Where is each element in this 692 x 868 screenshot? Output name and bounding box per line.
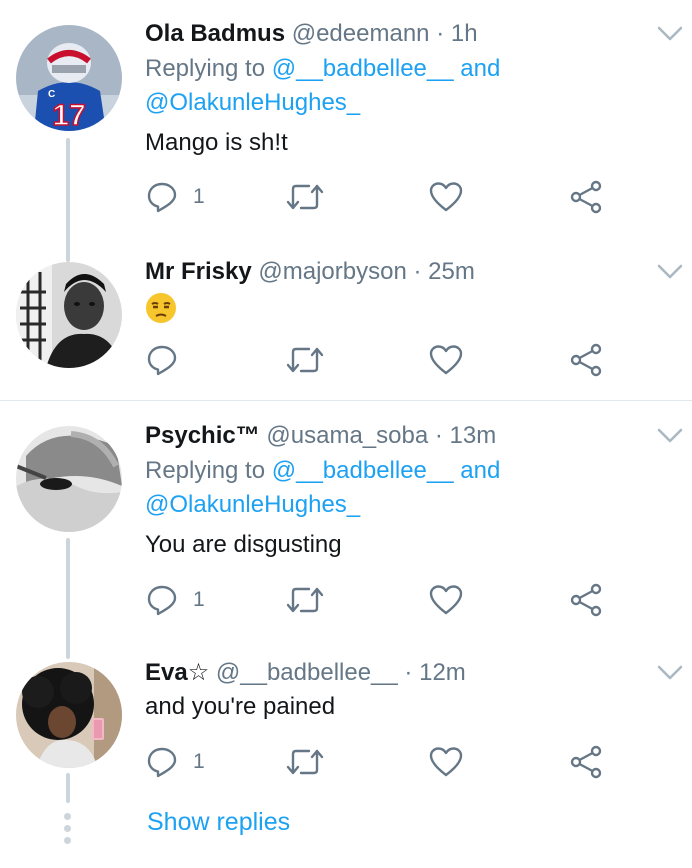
retweet-button[interactable] [285, 582, 325, 618]
replying-and[interactable]: and [460, 457, 500, 484]
afro-woman-avatar[interactable] [16, 662, 122, 768]
reply-icon [147, 345, 177, 376]
timestamp[interactable]: 12m [419, 659, 466, 686]
retweet-icon [286, 749, 324, 775]
user-handle[interactable]: @edeemann [292, 20, 430, 47]
reply-icon [147, 182, 177, 213]
reply-icon [147, 747, 177, 778]
reply-count: 1 [193, 750, 205, 773]
thread-line [66, 538, 70, 659]
thread-line [66, 773, 70, 803]
tweet-reply[interactable]: Mr Frisky @majorbyson · 25m [0, 258, 692, 400]
retweet-button[interactable] [285, 179, 325, 215]
svg-text:C: C [48, 89, 55, 100]
replying-to: Replying to @__badbellee__ and @Olakunle… [145, 454, 500, 522]
timestamp[interactable]: 1h [451, 20, 478, 47]
mention-link[interactable]: @OlakunleHughes_ [145, 491, 360, 518]
replying-and[interactable]: and [460, 55, 500, 82]
share-button[interactable] [569, 582, 603, 618]
unamused-emoji [146, 293, 176, 323]
display-name[interactable]: Mr Frisky [145, 258, 252, 285]
user-handle[interactable]: @__badbellee__ [216, 659, 398, 686]
heart-icon [429, 345, 463, 375]
more-replies-dots [64, 813, 72, 849]
display-name[interactable]: Ola Badmus [145, 20, 285, 47]
reply-count: 1 [193, 588, 205, 611]
heart-icon [429, 585, 463, 615]
tweet-reply[interactable]: Eva☆ @__badbellee__ · 12m and you're pai… [0, 659, 692, 868]
separator-dot: · [404, 659, 413, 686]
like-button[interactable] [429, 582, 463, 618]
tweet-header: Ola Badmus @edeemann · 1h [145, 17, 478, 51]
heart-icon [429, 747, 463, 777]
display-name[interactable]: Eva☆ [145, 659, 209, 686]
like-button[interactable] [429, 744, 463, 780]
mention-link[interactable]: @OlakunleHughes_ [145, 89, 360, 116]
retweet-icon [286, 347, 324, 373]
retweet-icon [286, 184, 324, 210]
mention-link[interactable]: @__badbellee__ [272, 457, 454, 484]
tweet-text: Mango is sh!t [145, 129, 288, 156]
tweet-text: You are disgusting [145, 531, 342, 558]
tweet-reply[interactable]: 17 C Ola Badmus @edeemann · 1h Replying … [0, 0, 692, 262]
mention-link[interactable]: @__badbellee__ [272, 55, 454, 82]
share-icon [570, 745, 602, 779]
separator-dot: · [436, 20, 445, 47]
tweet-header: Mr Frisky @majorbyson · 25m [145, 255, 475, 289]
share-button[interactable] [569, 744, 603, 780]
reply-button[interactable]: 1 [145, 744, 205, 780]
share-icon [570, 583, 602, 617]
tweet-actions: 1 [145, 582, 615, 618]
tweet-actions: 1 [145, 179, 615, 215]
chevron-down-icon[interactable] [657, 664, 683, 682]
reply-icon [147, 585, 177, 616]
football-player-avatar[interactable]: 17 C [16, 25, 122, 131]
retweet-icon [286, 587, 324, 613]
timestamp[interactable]: 13m [450, 422, 497, 449]
replying-prefix: Replying to [145, 457, 266, 484]
tweet-header: Psychic™ @usama_soba · 13m [145, 419, 496, 453]
grayscale-face-avatar[interactable] [16, 426, 122, 532]
share-button[interactable] [569, 179, 603, 215]
timestamp[interactable]: 25m [428, 258, 475, 285]
tweet-reply[interactable]: Psychic™ @usama_soba · 13m Replying to @… [0, 401, 692, 659]
separator-dot: · [413, 258, 422, 285]
chevron-down-icon[interactable] [657, 25, 683, 43]
reply-button[interactable]: 1 [145, 582, 205, 618]
share-icon [570, 343, 602, 377]
user-handle[interactable]: @usama_soba [266, 422, 428, 449]
reply-button[interactable] [145, 342, 179, 378]
chevron-down-icon[interactable] [657, 263, 683, 281]
tweet-header: Eva☆ @__badbellee__ · 12m [145, 656, 466, 690]
show-replies-link[interactable]: Show replies [147, 808, 290, 837]
tweet-actions [145, 342, 615, 378]
retweet-button[interactable] [285, 342, 325, 378]
display-name[interactable]: Psychic™ [145, 422, 260, 449]
replying-prefix: Replying to [145, 55, 266, 82]
svg-text:17: 17 [52, 99, 85, 131]
tweet-text: and you're pained [145, 693, 336, 720]
thread-line [66, 138, 70, 262]
reply-button[interactable]: 1 [145, 179, 205, 215]
share-icon [570, 180, 602, 214]
heart-icon [429, 182, 463, 212]
like-button[interactable] [429, 342, 463, 378]
share-button[interactable] [569, 342, 603, 378]
like-button[interactable] [429, 179, 463, 215]
retweet-button[interactable] [285, 744, 325, 780]
separator-dot: · [434, 422, 443, 449]
chevron-down-icon[interactable] [657, 427, 683, 445]
person-bw-avatar[interactable] [16, 262, 122, 368]
tweet-actions: 1 [145, 744, 615, 780]
user-handle[interactable]: @majorbyson [258, 258, 406, 285]
tweet-text [145, 290, 177, 324]
replying-to: Replying to @__badbellee__ and @Olakunle… [145, 52, 500, 120]
reply-count: 1 [193, 185, 205, 208]
